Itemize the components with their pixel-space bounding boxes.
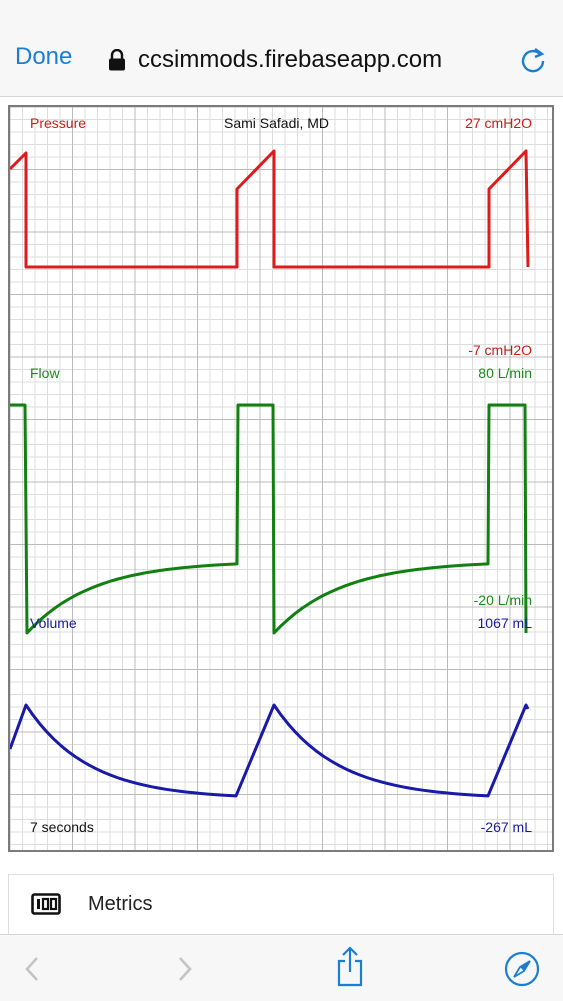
flow-label: Flow bbox=[30, 365, 60, 381]
browser-toolbar: Done ccsimmods.firebaseapp.com bbox=[0, 0, 563, 97]
share-icon[interactable] bbox=[335, 945, 365, 987]
metrics-row[interactable]: Metrics bbox=[8, 874, 554, 934]
author-label: Sami Safadi, MD bbox=[224, 115, 330, 131]
time-window-label: 7 seconds bbox=[30, 819, 94, 835]
flow-max-label: 80 L/min bbox=[478, 365, 532, 381]
metrics-label: Metrics bbox=[88, 893, 153, 915]
volume-label: Volume bbox=[30, 615, 77, 631]
metrics-icon bbox=[31, 893, 61, 915]
compass-icon[interactable] bbox=[504, 951, 540, 987]
reload-icon[interactable] bbox=[520, 45, 546, 73]
pressure-max-label: 27 cmH2O bbox=[465, 115, 532, 131]
url-text: ccsimmods.firebaseapp.com bbox=[138, 46, 443, 73]
ventilator-waveform-monitor: Pressure Sami Safadi, MD 27 cmH2O -7 cmH… bbox=[8, 105, 554, 852]
pressure-min-label: -7 cmH2O bbox=[468, 342, 532, 358]
url-bar[interactable]: ccsimmods.firebaseapp.com bbox=[108, 44, 442, 76]
forward-icon[interactable] bbox=[175, 955, 195, 983]
flow-min-label: -20 L/min bbox=[473, 592, 532, 608]
browser-bottom-toolbar bbox=[0, 934, 563, 1001]
volume-min-label: -267 mL bbox=[480, 819, 532, 835]
waveform-canvas bbox=[10, 107, 552, 850]
done-button[interactable]: Done bbox=[15, 43, 72, 71]
pressure-label: Pressure bbox=[30, 115, 87, 131]
pressure-trace bbox=[10, 149, 530, 269]
volume-max-label: 1067 mL bbox=[477, 615, 532, 631]
back-icon[interactable] bbox=[22, 955, 42, 983]
lock-icon bbox=[109, 49, 125, 71]
